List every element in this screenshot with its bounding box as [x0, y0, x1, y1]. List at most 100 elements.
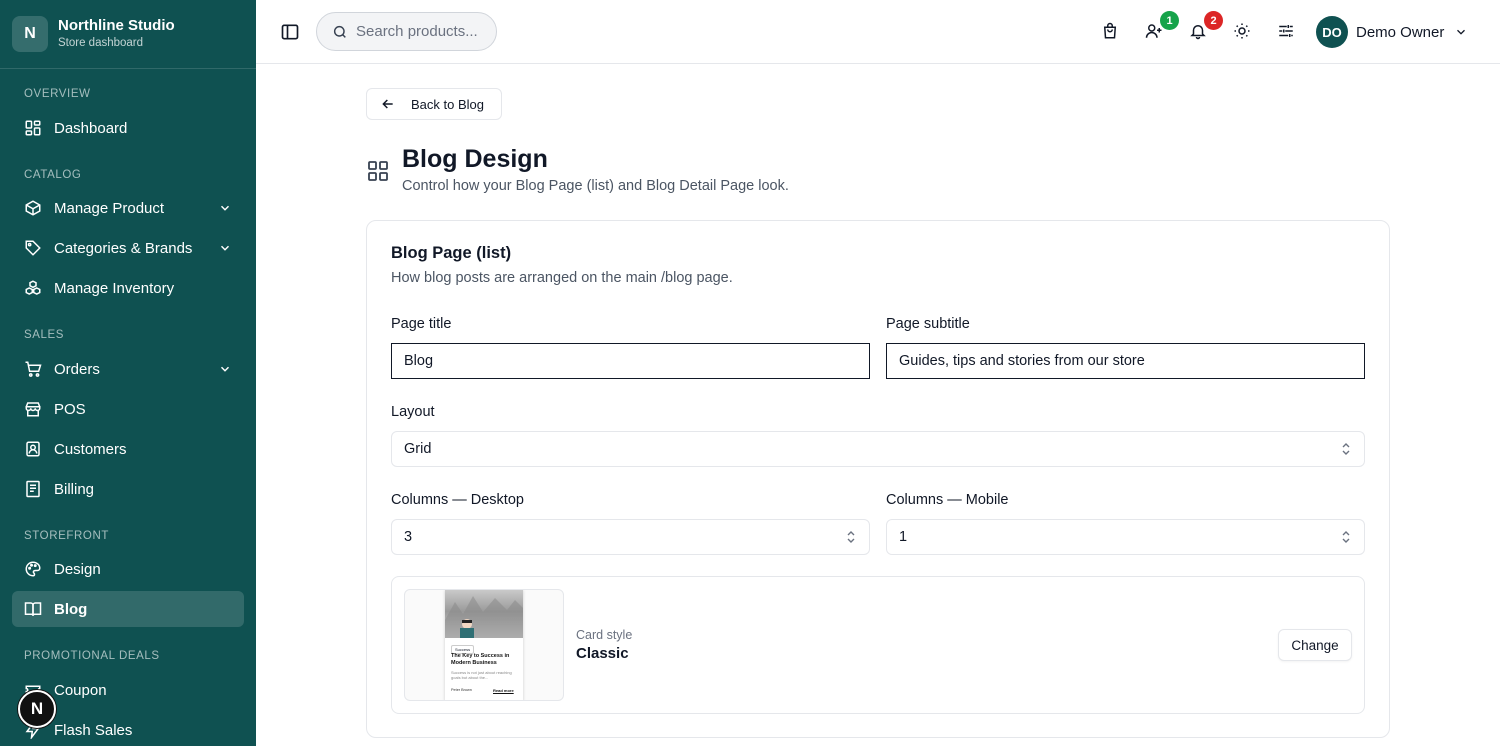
floating-assistant-button[interactable]: N — [18, 690, 56, 728]
sidebar-item-manage-inventory[interactable]: Manage Inventory — [12, 270, 244, 306]
sidebar-item-label: Blog — [54, 600, 88, 618]
back-button-label: Back to Blog — [411, 96, 484, 112]
section-label-sales: SALES — [24, 329, 65, 341]
sidebar-item-manage-product[interactable]: Manage Product — [12, 190, 244, 226]
sidebar-item-customers[interactable]: Customers — [12, 431, 244, 467]
sun-icon[interactable] — [1232, 21, 1252, 41]
sidebar-item-blog[interactable]: Blog — [12, 591, 244, 627]
sidebar-item-label: Manage Inventory — [54, 279, 175, 297]
chevrons-up-down-icon — [847, 531, 855, 543]
sidebar-item-label: Customers — [54, 440, 127, 458]
top-header: 1 2 DO Demo Owner — [256, 0, 1500, 64]
layout-select[interactable]: Grid — [391, 431, 1365, 467]
sidebar-item-label: Categories & Brands — [54, 239, 193, 257]
card-title: Blog Page (list) — [391, 244, 512, 262]
chevron-down-icon — [1457, 29, 1466, 35]
layout-value: Grid — [404, 441, 432, 457]
preview-excerpt: Success is not just about reaching goals… — [451, 670, 512, 680]
preview-author: Peter Brown — [451, 688, 472, 692]
sidebar-item-orders[interactable]: Orders — [12, 351, 244, 387]
sidebar-toggle-icon[interactable] — [280, 22, 300, 42]
receipt-icon — [24, 480, 42, 498]
change-card-style-button[interactable]: Change — [1278, 629, 1352, 661]
card-style-box: Success The Key to Success in Modern Bus… — [391, 576, 1365, 714]
shopping-bag-icon[interactable] — [1100, 21, 1120, 41]
section-label-storefront: STOREFRONT — [24, 530, 110, 542]
boxes-icon — [24, 279, 42, 297]
sidebar-item-dashboard[interactable]: Dashboard — [12, 110, 244, 146]
tag-icon — [24, 239, 42, 257]
search-icon — [333, 25, 346, 38]
page-subtitle-input[interactable] — [886, 343, 1365, 379]
section-label-promotional-deals: PROMOTIONAL DEALS — [24, 650, 160, 662]
avatar: DO — [1316, 16, 1348, 48]
dashboard-icon — [24, 119, 42, 137]
columns-desktop-value: 3 — [404, 529, 413, 545]
book-icon — [24, 600, 42, 618]
sidebar-item-label: Flash Sales — [54, 721, 133, 739]
columns-desktop-label: Columns — Desktop — [391, 492, 524, 508]
chevrons-up-down-icon — [1342, 443, 1350, 455]
sidebar-item-pos[interactable]: POS — [12, 391, 244, 427]
brand-header[interactable]: N Northline Studio Store dashboard — [0, 0, 256, 69]
bell-icon[interactable]: 2 — [1188, 11, 1223, 41]
package-icon — [24, 199, 42, 217]
users-badge: 1 — [1160, 11, 1179, 30]
sidebar-item-label: Design — [54, 560, 101, 578]
sliders-icon[interactable] — [1276, 21, 1296, 41]
sidebar: N Northline Studio Store dashboard OVERV… — [0, 0, 256, 746]
notifications-badge: 2 — [1204, 11, 1223, 30]
search-box[interactable] — [316, 12, 497, 51]
sidebar-item-label: Dashboard — [54, 119, 128, 137]
section-label-catalog: CATALOG — [24, 169, 82, 181]
chevrons-up-down-icon — [1342, 531, 1350, 543]
preview-card: Success The Key to Success in Modern Bus… — [445, 590, 523, 700]
preview-image — [445, 590, 523, 638]
page-subtitle-label: Page subtitle — [886, 316, 970, 332]
brand-name: Northline Studio — [58, 17, 175, 34]
brand-logo: N — [12, 16, 48, 52]
preview-title: The Key to Success in Modern Business — [451, 653, 510, 666]
sidebar-item-design[interactable]: Design — [12, 551, 244, 587]
user-name: Demo Owner — [1356, 23, 1445, 41]
columns-mobile-label: Columns — Mobile — [886, 492, 1009, 508]
card-style-preview: Success The Key to Success in Modern Bus… — [404, 589, 564, 701]
user-plus-icon[interactable]: 1 — [1144, 11, 1179, 41]
sidebar-item-billing[interactable]: Billing — [12, 471, 244, 507]
sidebar-item-label: POS — [54, 400, 86, 418]
arrow-left-icon — [382, 99, 393, 109]
chevron-down-icon — [220, 366, 230, 372]
page-subtitle: Control how your Blog Page (list) and Bl… — [402, 178, 789, 194]
user-menu[interactable]: DO Demo Owner — [1316, 15, 1468, 49]
brand-subtitle: Store dashboard — [58, 37, 144, 49]
sidebar-item-label: Coupon — [54, 681, 107, 699]
columns-mobile-select[interactable]: 1 — [886, 519, 1365, 555]
sidebar-item-categories-brands[interactable]: Categories & Brands — [12, 230, 244, 266]
card-subtitle: How blog posts are arranged on the main … — [391, 270, 733, 286]
columns-mobile-value: 1 — [899, 529, 908, 545]
preview-photo — [445, 596, 523, 638]
card-style-label: Card style — [576, 628, 633, 642]
page-title: Blog Design — [402, 145, 548, 173]
blog-list-settings-card: Blog Page (list) How blog posts are arra… — [366, 220, 1390, 738]
cart-icon — [24, 360, 42, 378]
layout-grid-icon — [366, 159, 390, 183]
preview-read-more: Read more — [493, 688, 514, 693]
brand-text: Northline Studio Store dashboard — [58, 17, 175, 51]
store-icon — [24, 400, 42, 418]
back-to-blog-button[interactable]: Back to Blog — [366, 88, 502, 120]
layout-label: Layout — [391, 404, 435, 420]
palette-icon — [24, 560, 42, 578]
card-style-value: Classic — [576, 645, 629, 662]
section-label-overview: OVERVIEW — [24, 88, 91, 100]
sidebar-item-label: Orders — [54, 360, 100, 378]
search-input[interactable] — [356, 23, 486, 40]
sidebar-item-label: Manage Product — [54, 199, 165, 217]
chevron-down-icon — [220, 245, 230, 251]
chevron-down-icon — [220, 205, 230, 211]
contact-icon — [24, 440, 42, 458]
columns-desktop-select[interactable]: 3 — [391, 519, 870, 555]
page-title-label: Page title — [391, 316, 452, 332]
page-title-input[interactable] — [391, 343, 870, 379]
sidebar-item-label: Billing — [54, 480, 95, 498]
